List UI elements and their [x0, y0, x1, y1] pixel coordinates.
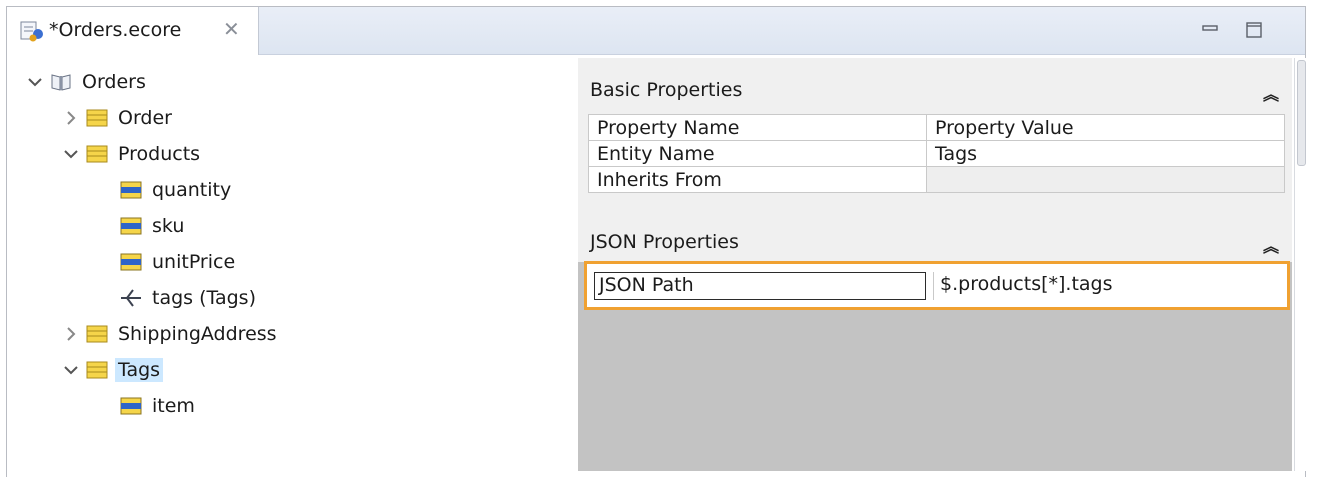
chevron-down-icon[interactable]: [61, 144, 81, 164]
tree-item-orders[interactable]: Orders: [25, 65, 149, 99]
json-path-value-cell[interactable]: $.products[*].tags: [933, 272, 1281, 300]
tree-item-label: quantity: [152, 179, 232, 201]
chevron-down-icon[interactable]: [25, 72, 45, 92]
tree-item-label: Orders: [82, 71, 146, 93]
vertical-scrollbar[interactable]: [1294, 58, 1307, 471]
tree-item-label: Order: [118, 107, 172, 129]
tree-item-item[interactable]: item: [119, 389, 198, 423]
package-icon: [51, 74, 71, 91]
property-value-cell[interactable]: [926, 166, 1285, 193]
tree-item-label: sku: [152, 215, 185, 237]
attribute-icon: [120, 217, 142, 235]
tree-item-sku[interactable]: sku: [119, 209, 187, 243]
section-title: JSON Properties: [590, 231, 739, 253]
class-icon: [86, 109, 108, 127]
table-row[interactable]: Inherits From: [588, 166, 1285, 193]
basic-properties-table: Property Name Property Value Entity Name…: [588, 114, 1285, 193]
json-path-name-cell[interactable]: JSON Path: [594, 272, 926, 300]
class-icon: [86, 325, 108, 343]
attribute-icon: [120, 181, 142, 199]
tree-item-label: tags (Tags): [152, 287, 256, 309]
tree-item-shippingaddress[interactable]: ShippingAddress: [61, 317, 280, 351]
close-icon[interactable]: ✕: [223, 17, 240, 41]
tab-title: *Orders.ecore: [49, 19, 182, 41]
tree-item-label: item: [152, 395, 195, 417]
table-header-row: Property Name Property Value: [588, 114, 1285, 141]
attribute-icon: [120, 253, 142, 271]
chevron-right-icon[interactable]: [61, 108, 81, 128]
basic-properties-header[interactable]: Basic Properties ︽: [578, 70, 1292, 110]
properties-panel: Basic Properties ︽ Property Name Propert…: [578, 58, 1292, 471]
chevron-down-icon[interactable]: [61, 360, 81, 380]
class-icon: [86, 145, 108, 163]
column-header-name: Property Name: [588, 114, 927, 141]
property-value-cell[interactable]: Tags: [926, 140, 1285, 167]
collapse-icon[interactable]: ︽: [1263, 233, 1279, 257]
property-name-cell: Entity Name: [588, 140, 927, 167]
section-title: Basic Properties: [590, 79, 743, 101]
json-path-row-highlight[interactable]: JSON Path $.products[*].tags: [584, 261, 1290, 310]
tree-item-tags[interactable]: Tags: [61, 353, 164, 387]
table-row[interactable]: Entity Name Tags: [588, 140, 1285, 167]
tab-orders-ecore[interactable]: *Orders.ecore ✕: [7, 7, 259, 55]
model-tree: Orders Order Products quantity sku unitP…: [7, 55, 583, 478]
editor-tab-bar: *Orders.ecore ✕: [7, 7, 1305, 55]
tree-item-label: unitPrice: [152, 251, 236, 273]
json-properties-header[interactable]: JSON Properties ︽: [578, 222, 1292, 262]
collapse-icon[interactable]: ︽: [1263, 81, 1279, 105]
tree-item-tags-reference[interactable]: tags (Tags): [119, 281, 259, 315]
maximize-icon[interactable]: [1243, 19, 1265, 41]
tree-item-label: Products: [118, 143, 201, 165]
tree-item-quantity[interactable]: quantity: [119, 173, 234, 207]
tree-item-unitprice[interactable]: unitPrice: [119, 245, 238, 279]
scrollbar-thumb[interactable]: [1297, 60, 1306, 166]
chevron-right-icon[interactable]: [61, 324, 81, 344]
ecore-file-icon: [20, 21, 43, 42]
tree-item-label: Tags: [115, 358, 164, 382]
attribute-icon: [120, 397, 142, 415]
minimize-icon[interactable]: [1199, 19, 1221, 41]
property-name-cell: Inherits From: [588, 166, 927, 193]
class-icon: [86, 361, 108, 379]
reference-icon: [121, 289, 141, 307]
tree-item-order[interactable]: Order: [61, 101, 175, 135]
column-header-value: Property Value: [926, 114, 1285, 141]
tree-item-label: ShippingAddress: [118, 323, 277, 345]
tree-item-products[interactable]: Products: [61, 137, 203, 171]
